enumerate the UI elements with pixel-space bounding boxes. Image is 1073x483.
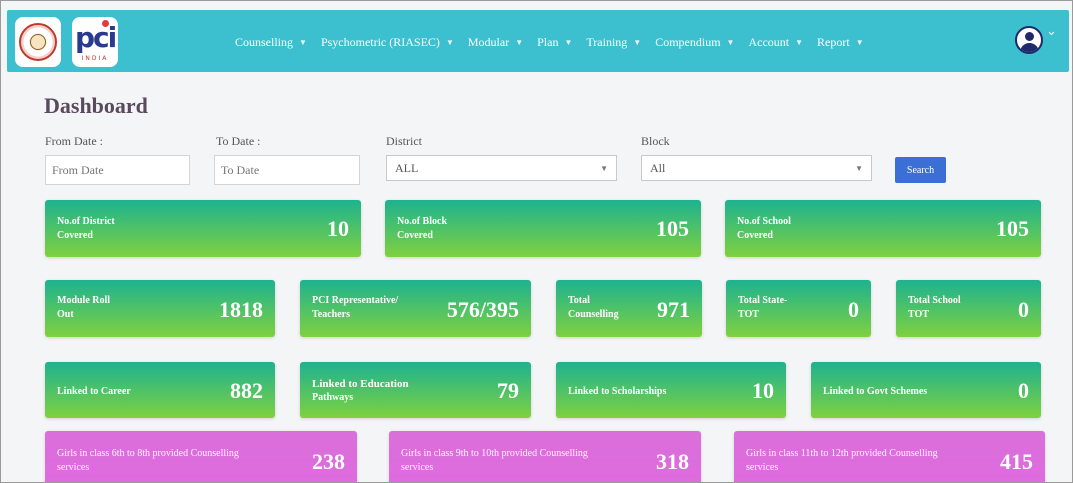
- card-school-covered[interactable]: No.of School Covered 105: [725, 200, 1041, 257]
- chevron-down-icon: ▼: [726, 38, 735, 47]
- card-label: Linked to Education Pathways: [312, 378, 409, 403]
- dropdown-arrow-icon: ▼: [600, 163, 608, 173]
- card-value: 79: [497, 378, 519, 403]
- card-label: No.of School Covered: [737, 216, 791, 241]
- state-seal-logo[interactable]: [15, 17, 61, 67]
- card-pci-representative[interactable]: PCI Representative/Teachers 576/395: [300, 280, 531, 337]
- card-value: 415: [1000, 449, 1033, 474]
- card-label: Total School TOT: [908, 295, 961, 320]
- card-value: 576/395: [446, 297, 519, 322]
- card-linked-career[interactable]: Linked to Career 882: [45, 362, 275, 418]
- nav-item-plan[interactable]: Plan ▼: [537, 35, 572, 50]
- card-linked-scholarships[interactable]: Linked to Scholarships 10: [556, 362, 786, 418]
- card-total-counselling[interactable]: Total Counselling 971: [556, 280, 702, 337]
- seal-icon: [19, 23, 57, 61]
- to-date-input[interactable]: [214, 155, 360, 185]
- nav-label: Psychometric (RIASEC): [320, 35, 440, 49]
- card-girls-9-10[interactable]: Girls in class 9th to 10th provided Coun…: [389, 431, 701, 482]
- nav-item-training[interactable]: Training ▼: [586, 35, 641, 50]
- card-value: 105: [656, 216, 689, 241]
- pci-logo[interactable]: pci INDIA: [72, 17, 118, 67]
- card-block-covered[interactable]: No.of Block Covered 105: [385, 200, 701, 257]
- nav-label: Account: [748, 35, 790, 49]
- district-select-value: ALL: [395, 160, 419, 175]
- card-value: 1818: [219, 297, 263, 322]
- app-frame: pci INDIA Counselling ▼ Psychometric (RIA…: [0, 0, 1073, 483]
- card-label: Girls in class 9th to 10th provided Coun…: [401, 448, 588, 473]
- nav-item-modular[interactable]: Modular ▼: [468, 35, 523, 50]
- nav-label: Training: [586, 35, 628, 49]
- nav-item-counselling[interactable]: Counselling ▼: [235, 35, 307, 50]
- top-navbar: pci INDIA Counselling ▼ Psychometric (RIA…: [7, 10, 1069, 72]
- nav-label: Plan: [537, 35, 559, 49]
- card-label: No.of District Covered: [57, 216, 115, 241]
- card-label: Linked to Career: [57, 386, 131, 397]
- card-label: Total State- TOT: [738, 295, 788, 320]
- chevron-down-icon: ▼: [795, 38, 804, 47]
- card-total-school-tot[interactable]: Total School TOT 0: [896, 280, 1041, 337]
- card-value: 238: [312, 449, 345, 474]
- block-select[interactable]: All ▼: [641, 155, 872, 181]
- block-select-value: All: [650, 160, 666, 175]
- page-title: Dashboard: [44, 93, 148, 118]
- card-value: 882: [230, 378, 263, 403]
- user-avatar-icon[interactable]: [1015, 26, 1043, 54]
- nav-label: Compendium: [655, 35, 721, 49]
- card-total-state-tot[interactable]: Total State- TOT 0: [726, 280, 871, 337]
- dropdown-arrow-icon: ▼: [855, 163, 863, 173]
- block-label: Block: [641, 134, 670, 148]
- nav-item-report[interactable]: Report ▼: [817, 35, 864, 50]
- to-date-label: To Date :: [216, 134, 261, 148]
- main-nav: Counselling ▼ Psychometric (RIASEC) ▼ Modu…: [235, 35, 878, 50]
- card-label: No.of Block Covered: [397, 216, 447, 241]
- card-value: 318: [656, 449, 689, 474]
- search-button[interactable]: Search: [895, 157, 946, 183]
- chevron-down-icon: ▼: [564, 38, 573, 47]
- pci-logo-mark: pci: [75, 21, 117, 54]
- card-value: 971: [657, 297, 690, 322]
- chevron-down-icon: ▼: [445, 38, 454, 47]
- nav-item-psychometric[interactable]: Psychometric (RIASEC) ▼: [321, 35, 454, 50]
- nav-label: Counselling: [235, 35, 294, 49]
- card-linked-govt-schemes[interactable]: Linked to Govt Schemes 0: [811, 362, 1041, 418]
- card-value: 0: [1018, 378, 1029, 403]
- card-label: Girls in class 6th to 8th provided Couns…: [57, 448, 239, 473]
- nav-item-account[interactable]: Account ▼: [748, 35, 803, 50]
- card-value: 105: [996, 216, 1029, 241]
- card-module-rollout[interactable]: Module Roll Out 1818: [45, 280, 275, 337]
- card-label: Total Counselling: [568, 295, 619, 320]
- from-date-label: From Date :: [45, 134, 103, 148]
- chevron-down-icon: ▼: [299, 38, 307, 47]
- from-date-input[interactable]: [45, 155, 190, 185]
- chevron-down-icon: ▼: [633, 38, 642, 47]
- pci-logo-dot: [102, 20, 109, 27]
- card-girls-6-8[interactable]: Girls in class 6th to 8th provided Couns…: [45, 431, 357, 482]
- chevron-down-icon: ▼: [855, 38, 864, 47]
- nav-item-compendium[interactable]: Compendium ▼: [655, 35, 734, 50]
- card-girls-11-12[interactable]: Girls in class 11th to 12th provided Cou…: [734, 431, 1045, 482]
- nav-label: Modular: [467, 35, 510, 49]
- card-label: Module Roll Out: [57, 295, 111, 320]
- card-linked-education[interactable]: Linked to Education Pathways 79: [300, 362, 531, 418]
- card-label: Linked to Scholarships: [568, 386, 667, 397]
- district-label: District: [386, 134, 422, 148]
- user-menu-chevron-icon[interactable]: ⌄: [1046, 24, 1057, 39]
- card-value: 10: [752, 378, 774, 403]
- pci-logo-subtitle: INDIA: [81, 55, 109, 62]
- chevron-down-icon: ▼: [515, 38, 524, 47]
- card-value: 0: [1018, 297, 1029, 322]
- card-label: PCI Representative/Teachers: [312, 295, 399, 320]
- card-value: 0: [848, 297, 859, 322]
- nav-label: Report: [817, 35, 850, 49]
- district-select[interactable]: ALL ▼: [386, 155, 617, 181]
- card-label: Linked to Govt Schemes: [823, 386, 928, 397]
- card-label: Girls in class 11th to 12th provided Cou…: [746, 448, 938, 473]
- card-district-covered[interactable]: No.of District Covered 10: [45, 200, 361, 257]
- card-value: 10: [327, 216, 349, 241]
